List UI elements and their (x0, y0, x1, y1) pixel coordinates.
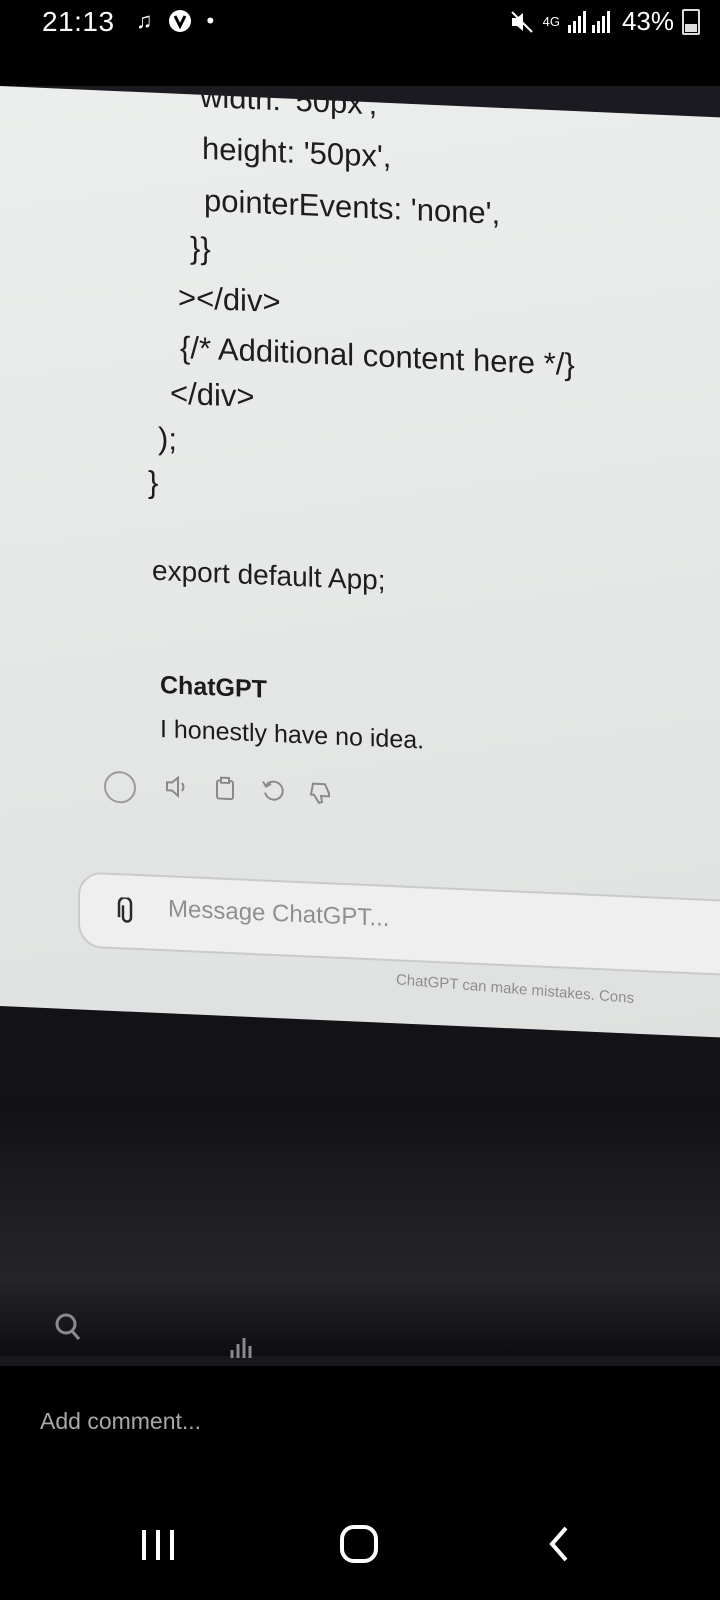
mute-icon (510, 10, 533, 33)
code-line: width: '50px', (200, 86, 378, 122)
status-time: 21:13 (42, 6, 115, 37)
code-line: ></div> (178, 279, 281, 320)
chatgpt-logo-icon (104, 770, 136, 804)
code-line: pointerEvents: 'none', (204, 182, 501, 231)
add-comment-input[interactable]: Add comment... (40, 1408, 201, 1435)
message-input[interactable]: Message ChatGPT... (168, 895, 389, 933)
music-note-icon: ♫ (136, 8, 153, 33)
code-line: }} (190, 230, 211, 267)
thumbs-down-icon[interactable] (308, 779, 334, 806)
code-line: </div> (170, 375, 255, 415)
search-icon (55, 1313, 81, 1340)
navigation-bar (0, 1486, 720, 1600)
speaker-icon[interactable] (164, 773, 190, 800)
laptop-screen: width: '50px', height: '50px', pointerEv… (0, 86, 720, 1041)
status-left-icons: ♫ • (136, 8, 214, 34)
status-bar: 21:13 ♫ • 4G 43% (0, 0, 720, 86)
code-line: } (148, 464, 159, 500)
dot-icon: • (206, 8, 215, 33)
back-icon[interactable] (532, 1514, 592, 1574)
chat-author: ChatGPT (160, 670, 267, 704)
status-right-icons: 4G 43% (509, 6, 700, 37)
code-line: export default App; (152, 554, 386, 596)
circle-logo-icon (168, 10, 191, 32)
chat-message: I honestly have no idea. (160, 714, 425, 755)
recent-apps-icon[interactable] (128, 1514, 188, 1574)
code-line: height: '50px', (202, 130, 392, 175)
paperclip-icon[interactable] (114, 896, 140, 926)
battery-percent: 43% (621, 6, 674, 36)
battery-icon (682, 8, 700, 35)
comment-bar: Add comment... (0, 1366, 720, 1486)
signal-icon (567, 10, 610, 33)
message-composer[interactable]: Message ChatGPT... (78, 871, 720, 979)
regenerate-icon[interactable] (260, 777, 286, 804)
network-type-label: 4G (542, 14, 560, 29)
microphone-icon (230, 1338, 252, 1358)
copy-icon[interactable] (212, 775, 238, 802)
disclaimer-text: ChatGPT can make mistakes. Cons (395, 971, 635, 1007)
code-line: {/* Additional content here */} (180, 329, 575, 383)
laptop-bezel (0, 1096, 720, 1358)
photo-of-screen: width: '50px', height: '50px', pointerEv… (0, 86, 720, 1366)
code-line: ); (158, 420, 177, 457)
home-icon[interactable] (330, 1514, 390, 1574)
message-actions (164, 773, 334, 806)
code-block: width: '50px', height: '50px', pointerEv… (0, 86, 720, 596)
